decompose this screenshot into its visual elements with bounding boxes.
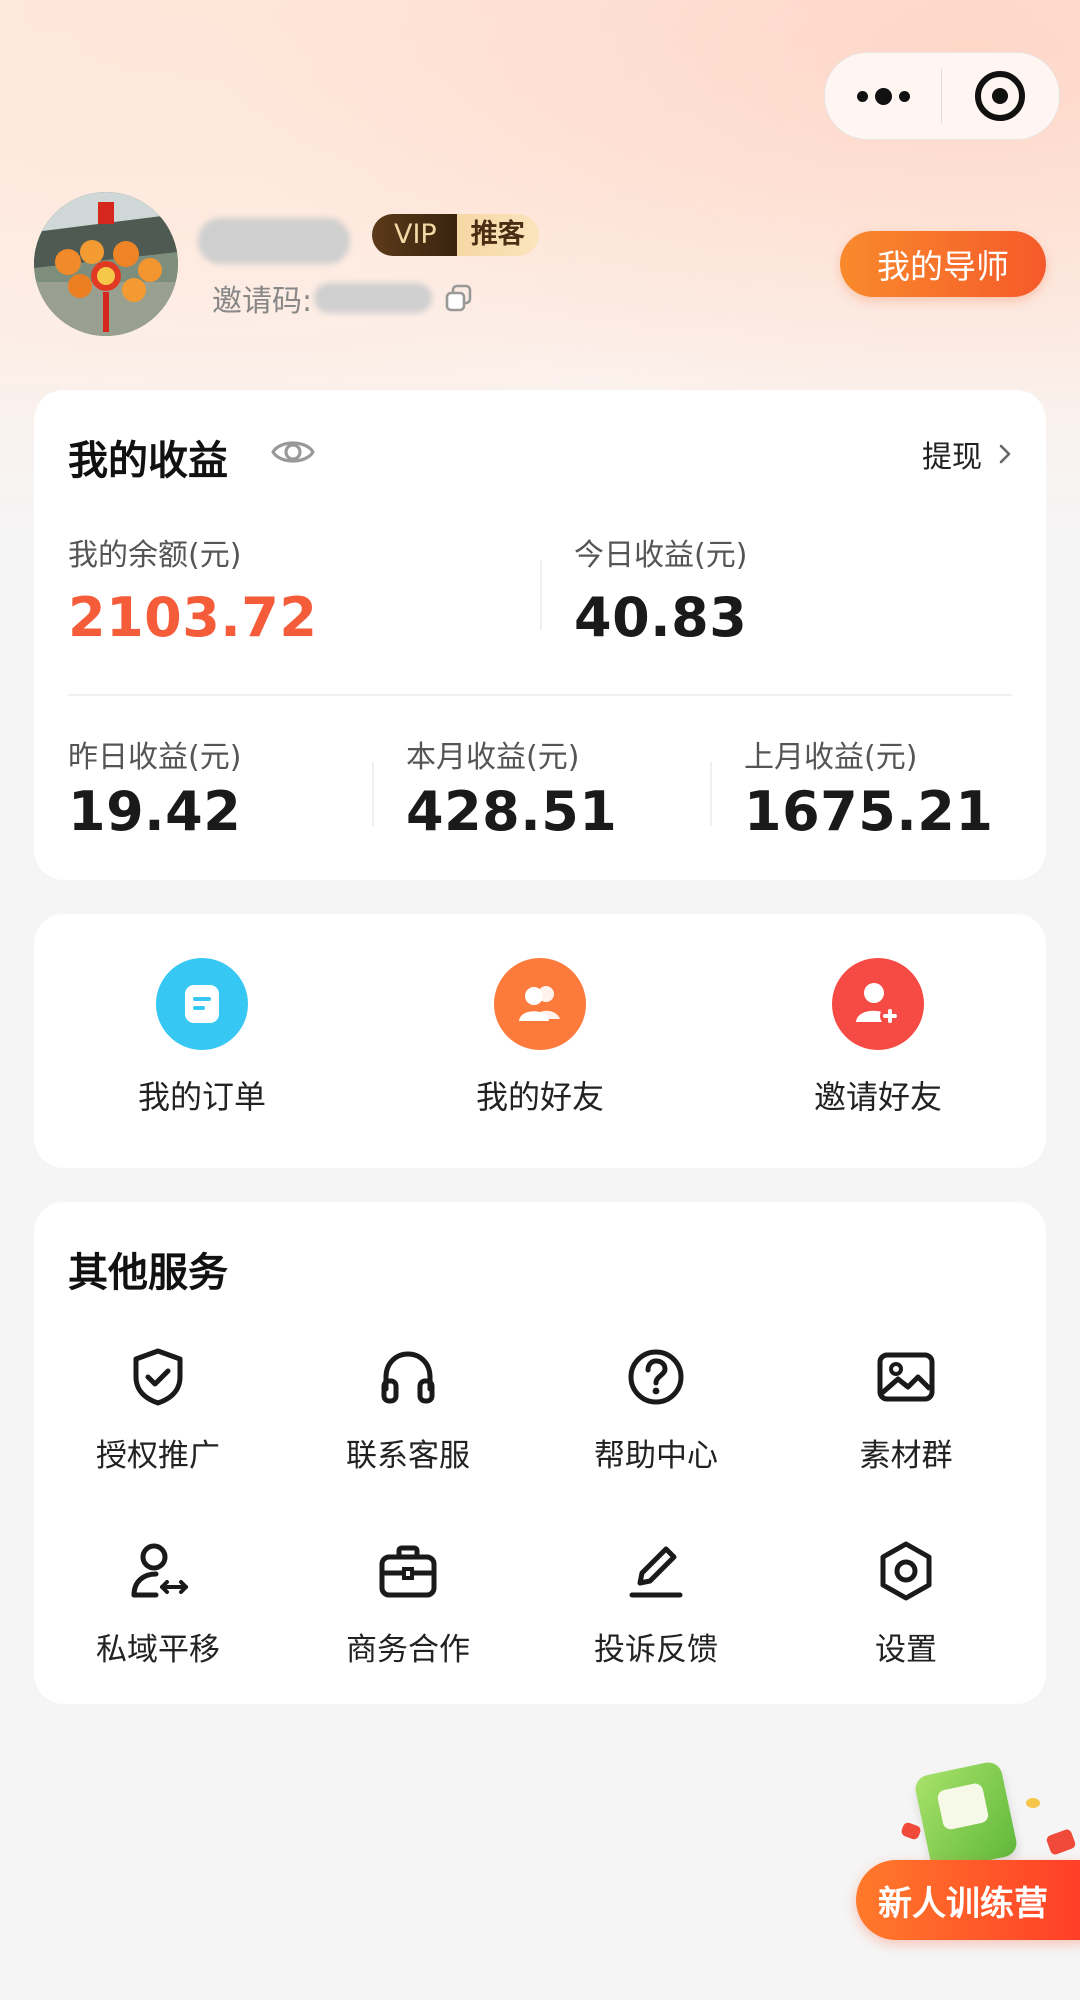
coin-decoration [1026, 1798, 1040, 1808]
service-authorized-promotion[interactable]: 授权推广 [58, 1342, 258, 1475]
service-label: 设置 [875, 1632, 937, 1668]
copy-icon[interactable] [444, 283, 474, 313]
role-tag: 推客 [456, 214, 539, 256]
quick-action-my-orders[interactable]: 我的订单 [92, 958, 312, 1118]
service-label: 商务合作 [346, 1632, 470, 1668]
stat-divider [710, 762, 712, 826]
service-label: 投诉反馈 [594, 1632, 718, 1668]
service-private-domain-migration[interactable]: 私域平移 [58, 1536, 258, 1669]
service-business-cooperation[interactable]: 商务合作 [308, 1536, 508, 1669]
newbie-camp-button[interactable]: 新人训练营 [856, 1860, 1080, 1940]
today-earnings-label: 今日收益(元) [574, 538, 748, 573]
last-month-earnings-value: 1675.21 [744, 780, 994, 843]
friends-icon [494, 958, 586, 1050]
avatar-image [34, 192, 178, 336]
earnings-title: 我的收益 [68, 438, 228, 484]
balance-value: 2103.72 [68, 586, 318, 649]
newbie-camp-float[interactable]: 新人训练营 [852, 1759, 1080, 1948]
service-complaint-feedback[interactable]: 投诉反馈 [556, 1536, 756, 1669]
stat-divider [540, 560, 542, 630]
other-services-card: 其他服务 授权推广 联系客服 帮助中心 素材群 私域平移 商务合作 投诉反馈 设… [34, 1202, 1046, 1704]
vip-label: VIP [372, 214, 457, 256]
book-icon [912, 1759, 1020, 1873]
quick-action-label: 邀请好友 [813, 1078, 942, 1116]
earnings-card: 我的收益 提现 我的余额(元) 2103.72 今日收益(元) 40.83 昨日… [34, 390, 1046, 880]
balance-label: 我的余额(元) [68, 538, 242, 573]
month-earnings-value: 428.51 [406, 780, 618, 843]
service-settings[interactable]: 设置 [806, 1536, 1006, 1669]
invite-code-row: 邀请码: [212, 276, 474, 320]
red-packet-decoration [1045, 1828, 1077, 1856]
shield-check-icon [123, 1342, 193, 1412]
eye-icon[interactable] [270, 436, 316, 468]
withdraw-link[interactable]: 提现 [922, 432, 1012, 476]
chevron-right-icon [999, 444, 1011, 464]
yesterday-earnings-value: 19.42 [68, 780, 242, 843]
yesterday-earnings-label: 昨日收益(元) [68, 740, 242, 775]
service-help-center[interactable]: 帮助中心 [556, 1342, 756, 1475]
username-blurred [198, 218, 350, 264]
quick-action-my-friends[interactable]: 我的好友 [430, 958, 650, 1118]
quick-action-invite-friends[interactable]: 邀请好友 [768, 958, 988, 1118]
quick-actions-card: 我的订单 我的好友 邀请好友 [34, 914, 1046, 1168]
services-title: 其他服务 [68, 1250, 228, 1296]
invite-user-icon [832, 958, 924, 1050]
earnings-divider [68, 694, 1012, 696]
service-label: 授权推广 [96, 1438, 220, 1474]
service-contact-support[interactable]: 联系客服 [308, 1342, 508, 1475]
service-label: 素材群 [859, 1438, 953, 1474]
my-mentor-button[interactable]: 我的导师 [840, 231, 1046, 297]
mini-program-capsule [824, 52, 1060, 140]
invite-code-blurred [314, 283, 433, 313]
service-label: 联系客服 [346, 1438, 470, 1474]
invite-code-label: 邀请码: [212, 284, 313, 319]
order-icon [156, 958, 248, 1050]
last-month-earnings-label: 上月收益(元) [744, 740, 918, 775]
user-transfer-icon [123, 1536, 193, 1606]
service-label: 帮助中心 [594, 1438, 718, 1474]
red-packet-decoration [900, 1821, 922, 1841]
image-icon [871, 1342, 941, 1412]
vip-badge: VIP 推客 [372, 214, 539, 256]
today-earnings-value: 40.83 [574, 586, 748, 649]
quick-action-label: 我的订单 [137, 1078, 266, 1116]
quick-action-label: 我的好友 [475, 1078, 604, 1116]
month-earnings-label: 本月收益(元) [406, 740, 580, 775]
settings-hexagon-icon [871, 1536, 941, 1606]
more-icon[interactable] [825, 53, 941, 139]
avatar[interactable] [34, 192, 178, 336]
briefcase-icon [373, 1536, 443, 1606]
headphones-icon [373, 1342, 443, 1412]
service-material-group[interactable]: 素材群 [806, 1342, 1006, 1475]
pen-icon [621, 1536, 691, 1606]
help-circle-icon [621, 1342, 691, 1412]
withdraw-label: 提现 [922, 440, 982, 475]
service-label: 私域平移 [96, 1632, 220, 1668]
close-miniprogram-icon[interactable] [942, 53, 1058, 139]
stat-divider [372, 762, 374, 826]
